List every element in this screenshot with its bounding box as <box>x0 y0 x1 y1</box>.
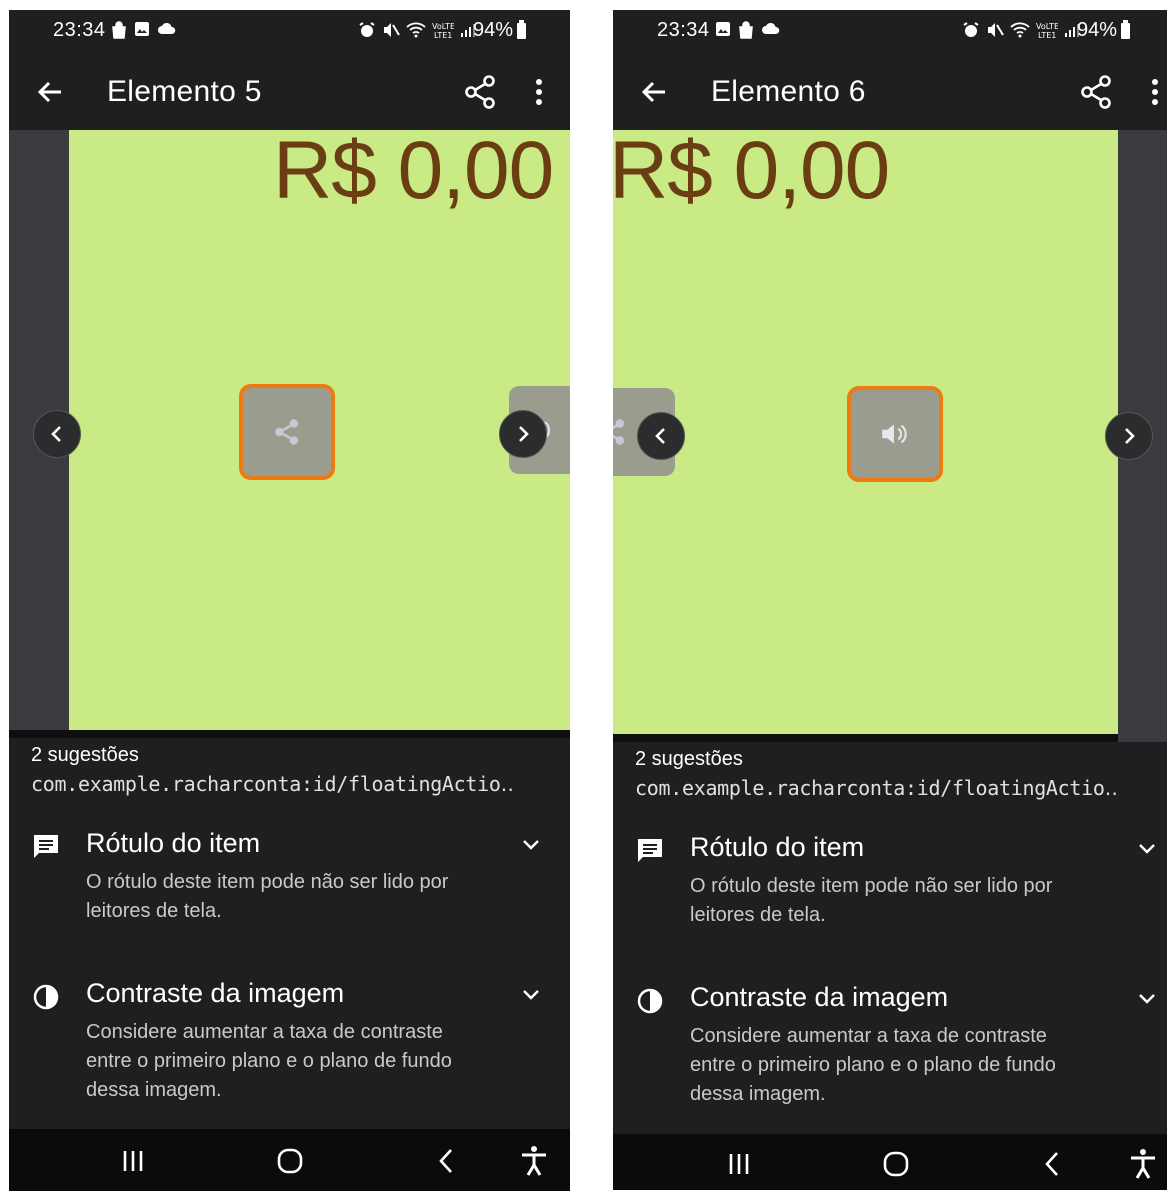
suggestion-item-label[interactable]: Rótulo do item O rótulo deste item pode … <box>9 828 570 948</box>
volte-icon: VoLTELTE1 <box>1036 22 1058 39</box>
share-fab-highlighted[interactable] <box>243 388 331 476</box>
suggestion-title: Rótulo do item <box>86 828 261 858</box>
status-time: 23:34 <box>657 19 710 41</box>
battery-indicator: 94% <box>473 19 526 42</box>
preview-bottom-edge <box>613 734 1118 742</box>
price-text: R$ 0,00 <box>273 130 554 216</box>
status-bar: 23:34 VoLTE LTE1 94% <box>613 10 1167 54</box>
suggestion-item-contrast[interactable]: Contraste da imagem Considere aumentar a… <box>9 978 570 1128</box>
share-icon <box>613 419 625 445</box>
resource-id: com.example.racharconta:id/floatingActio… <box>635 776 1118 800</box>
home-icon[interactable] <box>272 1143 308 1179</box>
alarm-icon <box>359 22 375 37</box>
app-bar: Elemento 6 <box>613 54 1167 130</box>
preview-bottom-edge <box>9 730 570 738</box>
battery-indicator: 94% <box>1077 19 1130 42</box>
element-preview: R$ 0,00 <box>9 130 570 738</box>
recents-icon[interactable] <box>721 1146 757 1182</box>
contrast-icon <box>637 988 663 1014</box>
page-title: Elemento 5 <box>107 75 262 108</box>
phone-screen-right: 23:34 VoLTELTE1 94% Elemento 6 R$ 0,00 <box>613 10 1167 1190</box>
status-notification-icons <box>111 21 177 39</box>
cloud-icon <box>158 22 176 34</box>
phone-screen-left: 23:34 VoLTELTE1 94% Elemento 5 R$ 0,00 <box>9 10 570 1191</box>
chevron-right-icon <box>519 426 529 442</box>
price-text: R$ 0,00 <box>613 130 890 216</box>
shopping-bag-icon <box>739 21 753 39</box>
resource-id: com.example.racharconta:id/floatingActio… <box>31 772 514 796</box>
chevron-right-icon <box>1125 428 1135 444</box>
alarm-icon <box>963 22 979 37</box>
chevron-down-icon[interactable] <box>1134 986 1160 1012</box>
previous-element-button[interactable] <box>637 412 685 460</box>
more-vert-icon[interactable] <box>1140 72 1167 112</box>
chevron-down-icon[interactable] <box>518 982 544 1008</box>
suggestion-title: Contraste da imagem <box>690 982 949 1012</box>
status-bar: 23:34 VoLTE LTE1 94% <box>9 10 570 54</box>
suggestions-count: 2 sugestões <box>635 748 743 770</box>
status-system-icons: VoLTE LTE1 <box>962 21 1080 39</box>
element-preview: R$ 0,00 <box>613 130 1167 742</box>
suggestion-title: Contraste da imagem <box>86 978 345 1008</box>
battery-icon <box>517 19 526 39</box>
back-icon[interactable] <box>429 1143 465 1179</box>
suggestion-title: Rótulo do item <box>690 832 865 862</box>
suggestion-item-label[interactable]: Rótulo do item O rótulo deste item pode … <box>613 832 1167 952</box>
app-screenshot: R$ 0,00 <box>69 130 570 730</box>
mute-icon <box>988 23 1004 37</box>
app-bar: Elemento 5 <box>9 54 570 130</box>
recents-icon[interactable] <box>115 1143 151 1179</box>
suggestion-description: O rótulo deste item pode não ser lido po… <box>690 875 1053 926</box>
chevron-down-icon[interactable] <box>1134 836 1160 862</box>
suggestion-description: Considere aumentar a taxa de contraste e… <box>86 1021 452 1101</box>
more-vert-icon[interactable] <box>524 72 554 112</box>
back-icon[interactable] <box>1035 1146 1071 1182</box>
gallery-icon <box>716 22 730 36</box>
accessibility-icon[interactable] <box>516 1143 552 1179</box>
accessibility-icon[interactable] <box>1125 1146 1161 1182</box>
mute-icon <box>384 23 400 37</box>
wifi-icon <box>406 22 426 38</box>
share-icon <box>275 419 299 445</box>
gallery-icon <box>135 22 149 36</box>
previous-element-button[interactable] <box>33 410 81 458</box>
cloud-icon <box>762 22 780 34</box>
status-time: 23:34 <box>53 19 106 41</box>
svg-text:VoLTE: VoLTE <box>1036 22 1058 31</box>
home-icon[interactable] <box>878 1146 914 1182</box>
next-element-button[interactable] <box>1105 412 1153 460</box>
volte-icon: VoLTELTE1 <box>432 22 454 39</box>
volume-icon <box>882 424 907 444</box>
app-screenshot: R$ 0,00 <box>613 130 1118 734</box>
back-arrow-icon[interactable] <box>31 72 71 112</box>
next-element-button[interactable] <box>499 410 547 458</box>
comment-icon <box>638 839 662 862</box>
svg-text:LTE1: LTE1 <box>434 31 452 39</box>
shopping-bag-icon <box>112 21 126 39</box>
comment-icon <box>34 835 58 858</box>
status-notification-icons <box>715 21 781 39</box>
volume-fab-highlighted[interactable] <box>851 390 939 478</box>
status-system-icons: VoLTE LTE1 <box>358 21 476 39</box>
system-navigation-bar <box>613 1134 1167 1190</box>
suggestion-description: Considere aumentar a taxa de contraste e… <box>690 1025 1056 1105</box>
svg-text:VoLTE: VoLTE <box>432 22 454 31</box>
chevron-down-icon[interactable] <box>518 832 544 858</box>
wifi-icon <box>1010 22 1030 38</box>
chevron-left-icon <box>655 428 665 444</box>
battery-icon <box>1121 19 1130 39</box>
back-arrow-icon[interactable] <box>635 72 675 112</box>
battery-percent: 94% <box>1076 19 1117 41</box>
contrast-icon <box>33 984 59 1010</box>
suggestions-count: 2 sugestões <box>31 744 139 766</box>
system-navigation-bar <box>9 1129 570 1191</box>
share-icon[interactable] <box>460 72 500 112</box>
chevron-left-icon <box>51 426 61 442</box>
battery-percent: 94% <box>472 19 513 41</box>
page-title: Elemento 6 <box>711 75 866 108</box>
svg-text:LTE1: LTE1 <box>1038 31 1056 39</box>
suggestion-description: O rótulo deste item pode não ser lido po… <box>86 871 449 922</box>
suggestion-item-contrast[interactable]: Contraste da imagem Considere aumentar a… <box>613 982 1167 1132</box>
share-icon[interactable] <box>1076 72 1116 112</box>
